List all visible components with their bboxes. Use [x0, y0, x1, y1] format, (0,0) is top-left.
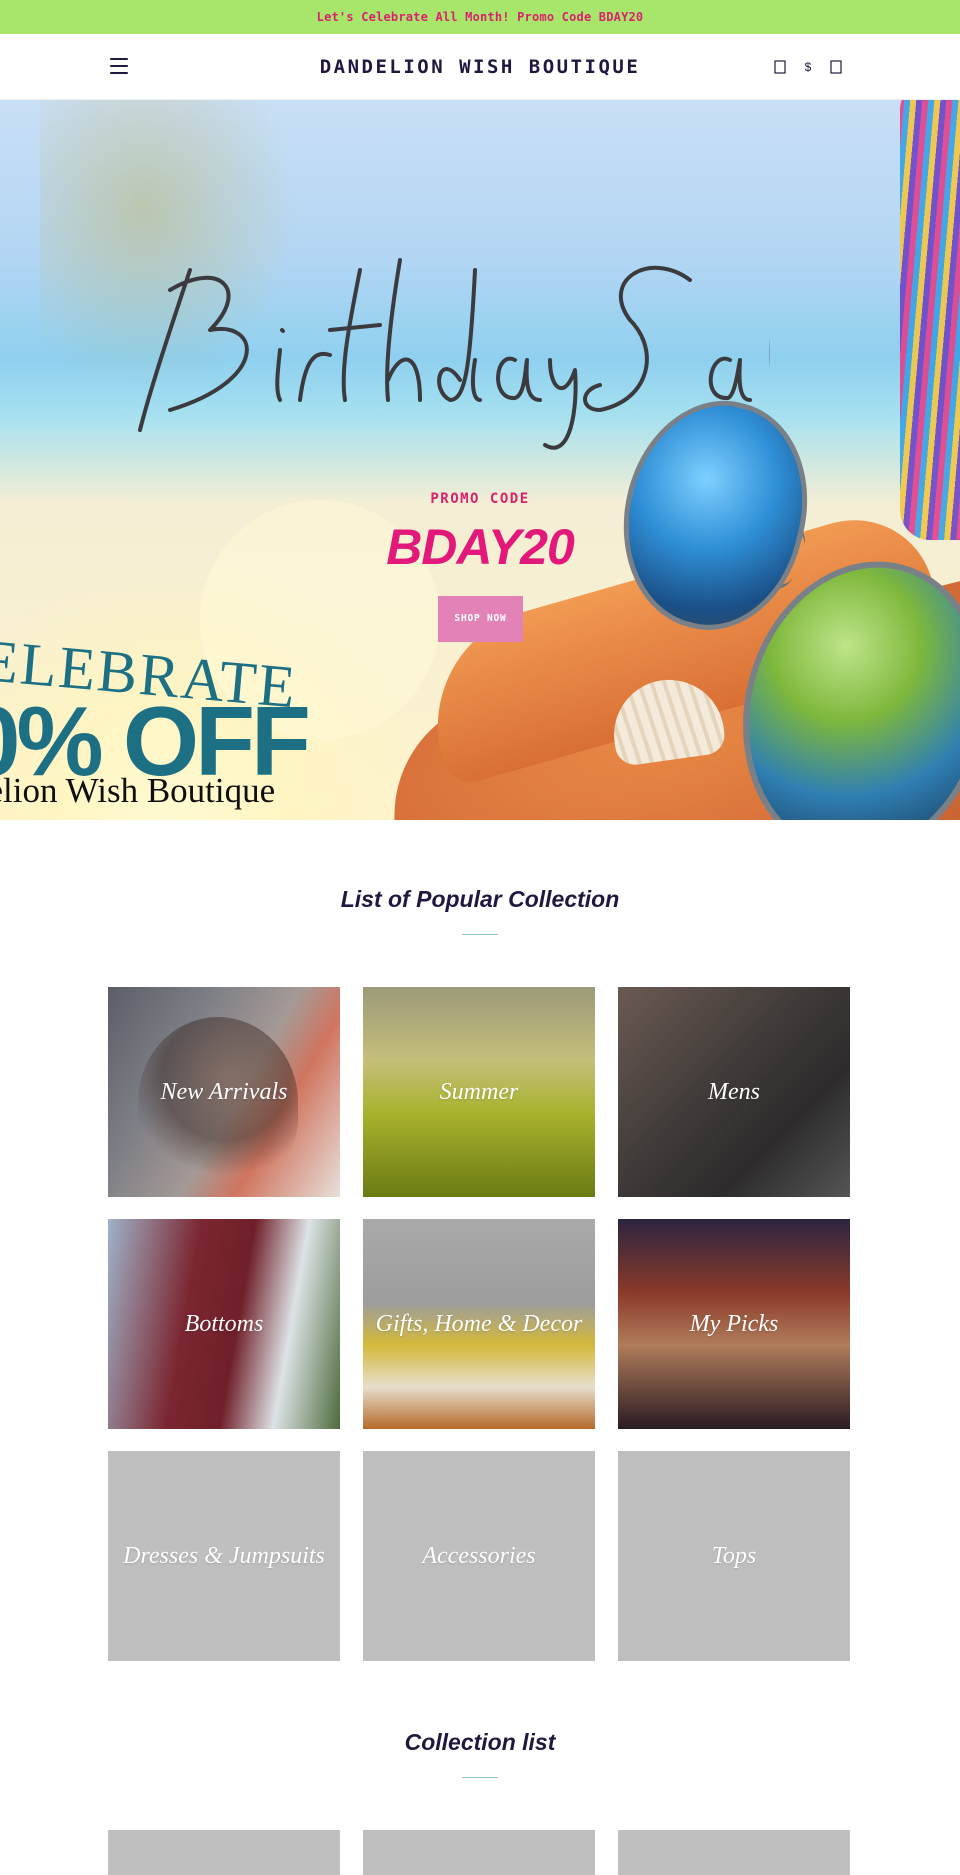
collection-tile-label: Mens [708, 1078, 760, 1105]
currency-selector[interactable]: $ [800, 58, 816, 76]
popular-collection-section: List of Popular Collection [0, 886, 960, 935]
collection-tile-label: Tops [711, 1542, 757, 1569]
collection-tile-accessories[interactable]: Accessories [363, 1451, 595, 1661]
collection-list-grid [108, 1830, 850, 1875]
collection-tile-label: Accessories [422, 1542, 536, 1569]
collection-tile-label: New Arrivals [160, 1078, 288, 1105]
collection-tile-label: My Picks [689, 1310, 779, 1337]
site-logo[interactable]: DANDELION WISH BOUTIQUE [320, 56, 641, 78]
collection-tile-bottoms[interactable]: Bottoms [108, 1219, 340, 1429]
collection-tile-summer[interactable]: Summer [363, 987, 595, 1197]
collection-tile-tops[interactable]: Tops [618, 1451, 850, 1661]
collection-tile-new-arrivals[interactable]: New Arrivals [108, 987, 340, 1197]
collection-grid: New Arrivals Summer Mens Bottoms Gifts, … [108, 987, 850, 1661]
collection-tile-label: Summer [439, 1078, 519, 1105]
collection-tile-my-picks[interactable]: My Picks [618, 1219, 850, 1429]
announcement-text: Let's Celebrate All Month! Promo Code BD… [316, 10, 644, 24]
header-icons: $ [772, 58, 844, 76]
collection-tile-mens[interactable]: Mens [618, 987, 850, 1197]
section-title: List of Popular Collection [340, 886, 620, 912]
collection-tile-label: Bottoms [184, 1310, 264, 1337]
announcement-bar: Let's Celebrate All Month! Promo Code BD… [0, 0, 960, 34]
section-divider [462, 1777, 498, 1778]
collection-list-section: Collection list [0, 1729, 960, 1778]
cart-icon[interactable] [828, 58, 844, 76]
promo-code-value: BDAY20 [386, 519, 575, 575]
hamburger-menu-icon[interactable] [110, 58, 128, 74]
shop-now-button[interactable]: SHOP NOW [438, 596, 523, 642]
collection-tile-label: Dresses & Jumpsuits [123, 1542, 325, 1569]
colorful-fabric [900, 100, 960, 540]
collection-list-tile[interactable] [108, 1830, 340, 1875]
collection-list-tile[interactable] [363, 1830, 595, 1875]
collection-tile-label: Gifts, Home & Decor [375, 1310, 583, 1337]
birthday-sale-script [138, 258, 770, 450]
hero-banner: PROMO CODE BDAY20 SHOP NOW ELEBRATE 0% O… [0, 100, 960, 820]
promo-code-label: PROMO CODE [430, 491, 530, 507]
collection-tile-dresses-jumpsuits[interactable]: Dresses & Jumpsuits [108, 1451, 340, 1661]
search-icon[interactable] [772, 58, 788, 76]
boutique-name-text: delion Wish Boutique [0, 771, 276, 810]
section-divider [462, 934, 498, 935]
site-header: DANDELION WISH BOUTIQUE $ [0, 34, 960, 100]
section-title: Collection list [404, 1729, 556, 1755]
collection-tile-gifts-home-decor[interactable]: Gifts, Home & Decor [363, 1219, 595, 1429]
collection-list-tile[interactable] [618, 1830, 850, 1875]
